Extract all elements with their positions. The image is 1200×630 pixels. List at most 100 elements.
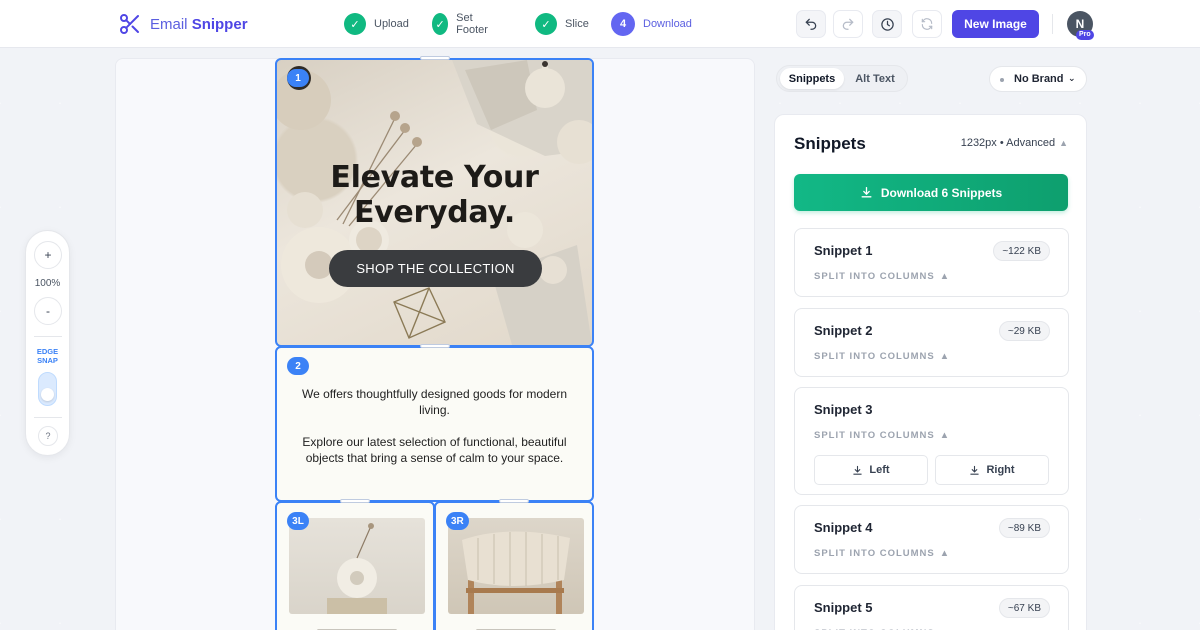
chair-blanket-photo (462, 531, 570, 614)
step-label: Upload (374, 18, 409, 30)
download-icon (853, 465, 863, 475)
panel-title: Snippets (794, 134, 866, 153)
step-slice[interactable]: ✓ Slice (535, 12, 589, 36)
redo-icon (842, 18, 854, 30)
app-name: Email Snipper (150, 15, 248, 33)
download-left-button[interactable]: Left (814, 455, 928, 485)
split-columns-toggle[interactable]: SPLIT INTO COLUMNS▲ (814, 271, 950, 282)
step-label: Set Footer (456, 12, 488, 36)
tab-snippets[interactable]: Snippets (780, 68, 844, 89)
history-icon (880, 17, 894, 31)
zoom-out-button[interactable]: - (34, 297, 62, 325)
brand-select[interactable]: No Brand ⌄ (989, 66, 1087, 92)
help-button[interactable]: ? (38, 426, 58, 446)
split-columns-toggle[interactable]: SPLIT INTO COLUMNS▲ (814, 548, 950, 559)
toolbar-divider (1052, 14, 1053, 34)
refresh-button[interactable] (912, 10, 942, 38)
caret-up-icon: ▲ (939, 548, 951, 559)
slice-text[interactable]: 2 We offers thoughtfully designed goods … (275, 346, 594, 502)
snippet-card: Snippet 5 ~67 KB SPLIT INTO COLUMNS▲ (794, 585, 1069, 630)
snippet-size: ~29 KB (998, 321, 1050, 341)
tab-alt-text[interactable]: Alt Text (846, 68, 904, 89)
slice-hero[interactable]: 1 Elevate Your Everyday. SHOP THE COLLECT… (275, 58, 594, 347)
split-columns-toggle[interactable]: SPLIT INTO COLUMNS▲ (814, 430, 950, 441)
step-number: 4 (611, 12, 635, 36)
slice-badge: 2 (287, 357, 309, 375)
redo-button[interactable] (833, 10, 863, 38)
separator (34, 336, 62, 337)
shop-collection-button[interactable]: SHOP THE COLLECTION (329, 250, 542, 287)
snippet-card: Snippet 2 ~29 KB SPLIT INTO COLUMNS ▲ (794, 308, 1069, 377)
zoom-level: 100% (34, 278, 61, 289)
vase-product-image (289, 518, 425, 614)
snippet-title: Snippet 1 (814, 243, 873, 258)
split-columns-toggle[interactable]: SPLIT INTO COLUMNS▲ (814, 351, 950, 362)
check-icon: ✓ (344, 13, 366, 35)
snippet-size: ~89 KB (998, 518, 1050, 538)
snippets-panel: Snippets 1232px • Advanced ▲ Download 6 S… (774, 114, 1087, 630)
snippet-title: Snippet 4 (814, 520, 873, 535)
snippet-size: ~67 KB (998, 598, 1050, 618)
check-icon: ✓ (432, 13, 449, 35)
slice-badge: 1 (287, 69, 309, 87)
step-label: Download (643, 18, 692, 30)
zoom-toolbar: + 100% - EDGE SNAP ? (25, 230, 70, 456)
slice-handle[interactable] (499, 499, 529, 503)
caret-up-icon: ▲ (939, 351, 951, 362)
download-icon (861, 186, 872, 198)
download-icon (970, 465, 980, 475)
download-snippets-button[interactable]: Download 6 Snippets (794, 174, 1068, 211)
panel-tabs: Snippets Alt Text (776, 65, 908, 92)
new-image-button[interactable]: New Image (952, 10, 1039, 38)
slice-badge: 3R (446, 512, 469, 530)
snippet-card: Snippet 3 SPLIT INTO COLUMNS ▲ Left Right (794, 387, 1069, 495)
snippet-card: Snippet 4 ~89 KB SPLIT INTO COLUMNS ▲ (794, 505, 1069, 574)
hero-title: Elevate Your Everyday. (330, 160, 539, 230)
refresh-icon (921, 18, 933, 30)
brand-select-value: No Brand (1014, 73, 1064, 85)
slice-badge: 3L (287, 512, 309, 530)
top-bar: Email Snipper ✓ Upload ✓ Set Footer ✓ Sl… (0, 0, 1200, 48)
snippet-size: ~122 KB (993, 241, 1050, 261)
slice-handle[interactable] (420, 56, 450, 60)
separator (34, 417, 62, 418)
step-upload[interactable]: ✓ Upload (344, 12, 409, 36)
right-label: Right (986, 464, 1015, 476)
chevron-down-icon: ⌄ (1068, 73, 1076, 83)
export-settings-label: 1232px • Advanced (960, 137, 1056, 149)
slice-column-right[interactable]: 3R (434, 501, 594, 630)
chair-product-image (448, 518, 584, 614)
download-label: Download 6 Snippets (880, 185, 1003, 200)
caret-up-icon: ▲ (939, 430, 951, 441)
scissors-icon (120, 14, 139, 34)
caret-up-icon: ▲ (939, 271, 951, 282)
step-download[interactable]: 4 Download (611, 12, 692, 36)
snippet-title: Snippet 3 (814, 402, 873, 417)
app-logo[interactable]: Email Snipper (118, 12, 248, 36)
snippet-card: Snippet 1 ~122 KB SPLIT INTO COLUMNS ▲ (794, 228, 1069, 297)
undo-icon (805, 18, 817, 30)
left-label: Left (869, 464, 890, 476)
intro-paragraph: We offers thoughtfully designed goods fo… (301, 387, 568, 417)
step-set-footer[interactable]: ✓ Set Footer (432, 12, 494, 36)
slice-handle[interactable] (420, 344, 450, 348)
zoom-in-button[interactable]: + (34, 241, 62, 269)
history-button[interactable] (872, 10, 902, 38)
slice-column-left[interactable]: 3L (275, 501, 435, 630)
caret-up-icon: ▲ (1059, 138, 1068, 148)
snippet-title: Snippet 5 (814, 600, 873, 615)
toggle-knob (41, 388, 54, 401)
step-label: Slice (565, 18, 589, 30)
download-right-button[interactable]: Right (935, 455, 1049, 485)
dot-icon (1000, 78, 1004, 82)
slice-handle[interactable] (340, 499, 370, 503)
check-icon: ✓ (535, 13, 557, 35)
export-settings-toggle[interactable]: 1232px • Advanced ▲ (961, 137, 1068, 149)
undo-button[interactable] (796, 10, 826, 38)
donut-vase-photo (327, 523, 387, 614)
edge-snap-toggle[interactable] (38, 372, 57, 406)
pro-badge: Pro (1076, 30, 1094, 40)
edge-snap-label: EDGE SNAP (36, 347, 59, 365)
explore-paragraph: Explore our latest selection of function… (302, 435, 567, 465)
snippet-title: Snippet 2 (814, 323, 873, 338)
